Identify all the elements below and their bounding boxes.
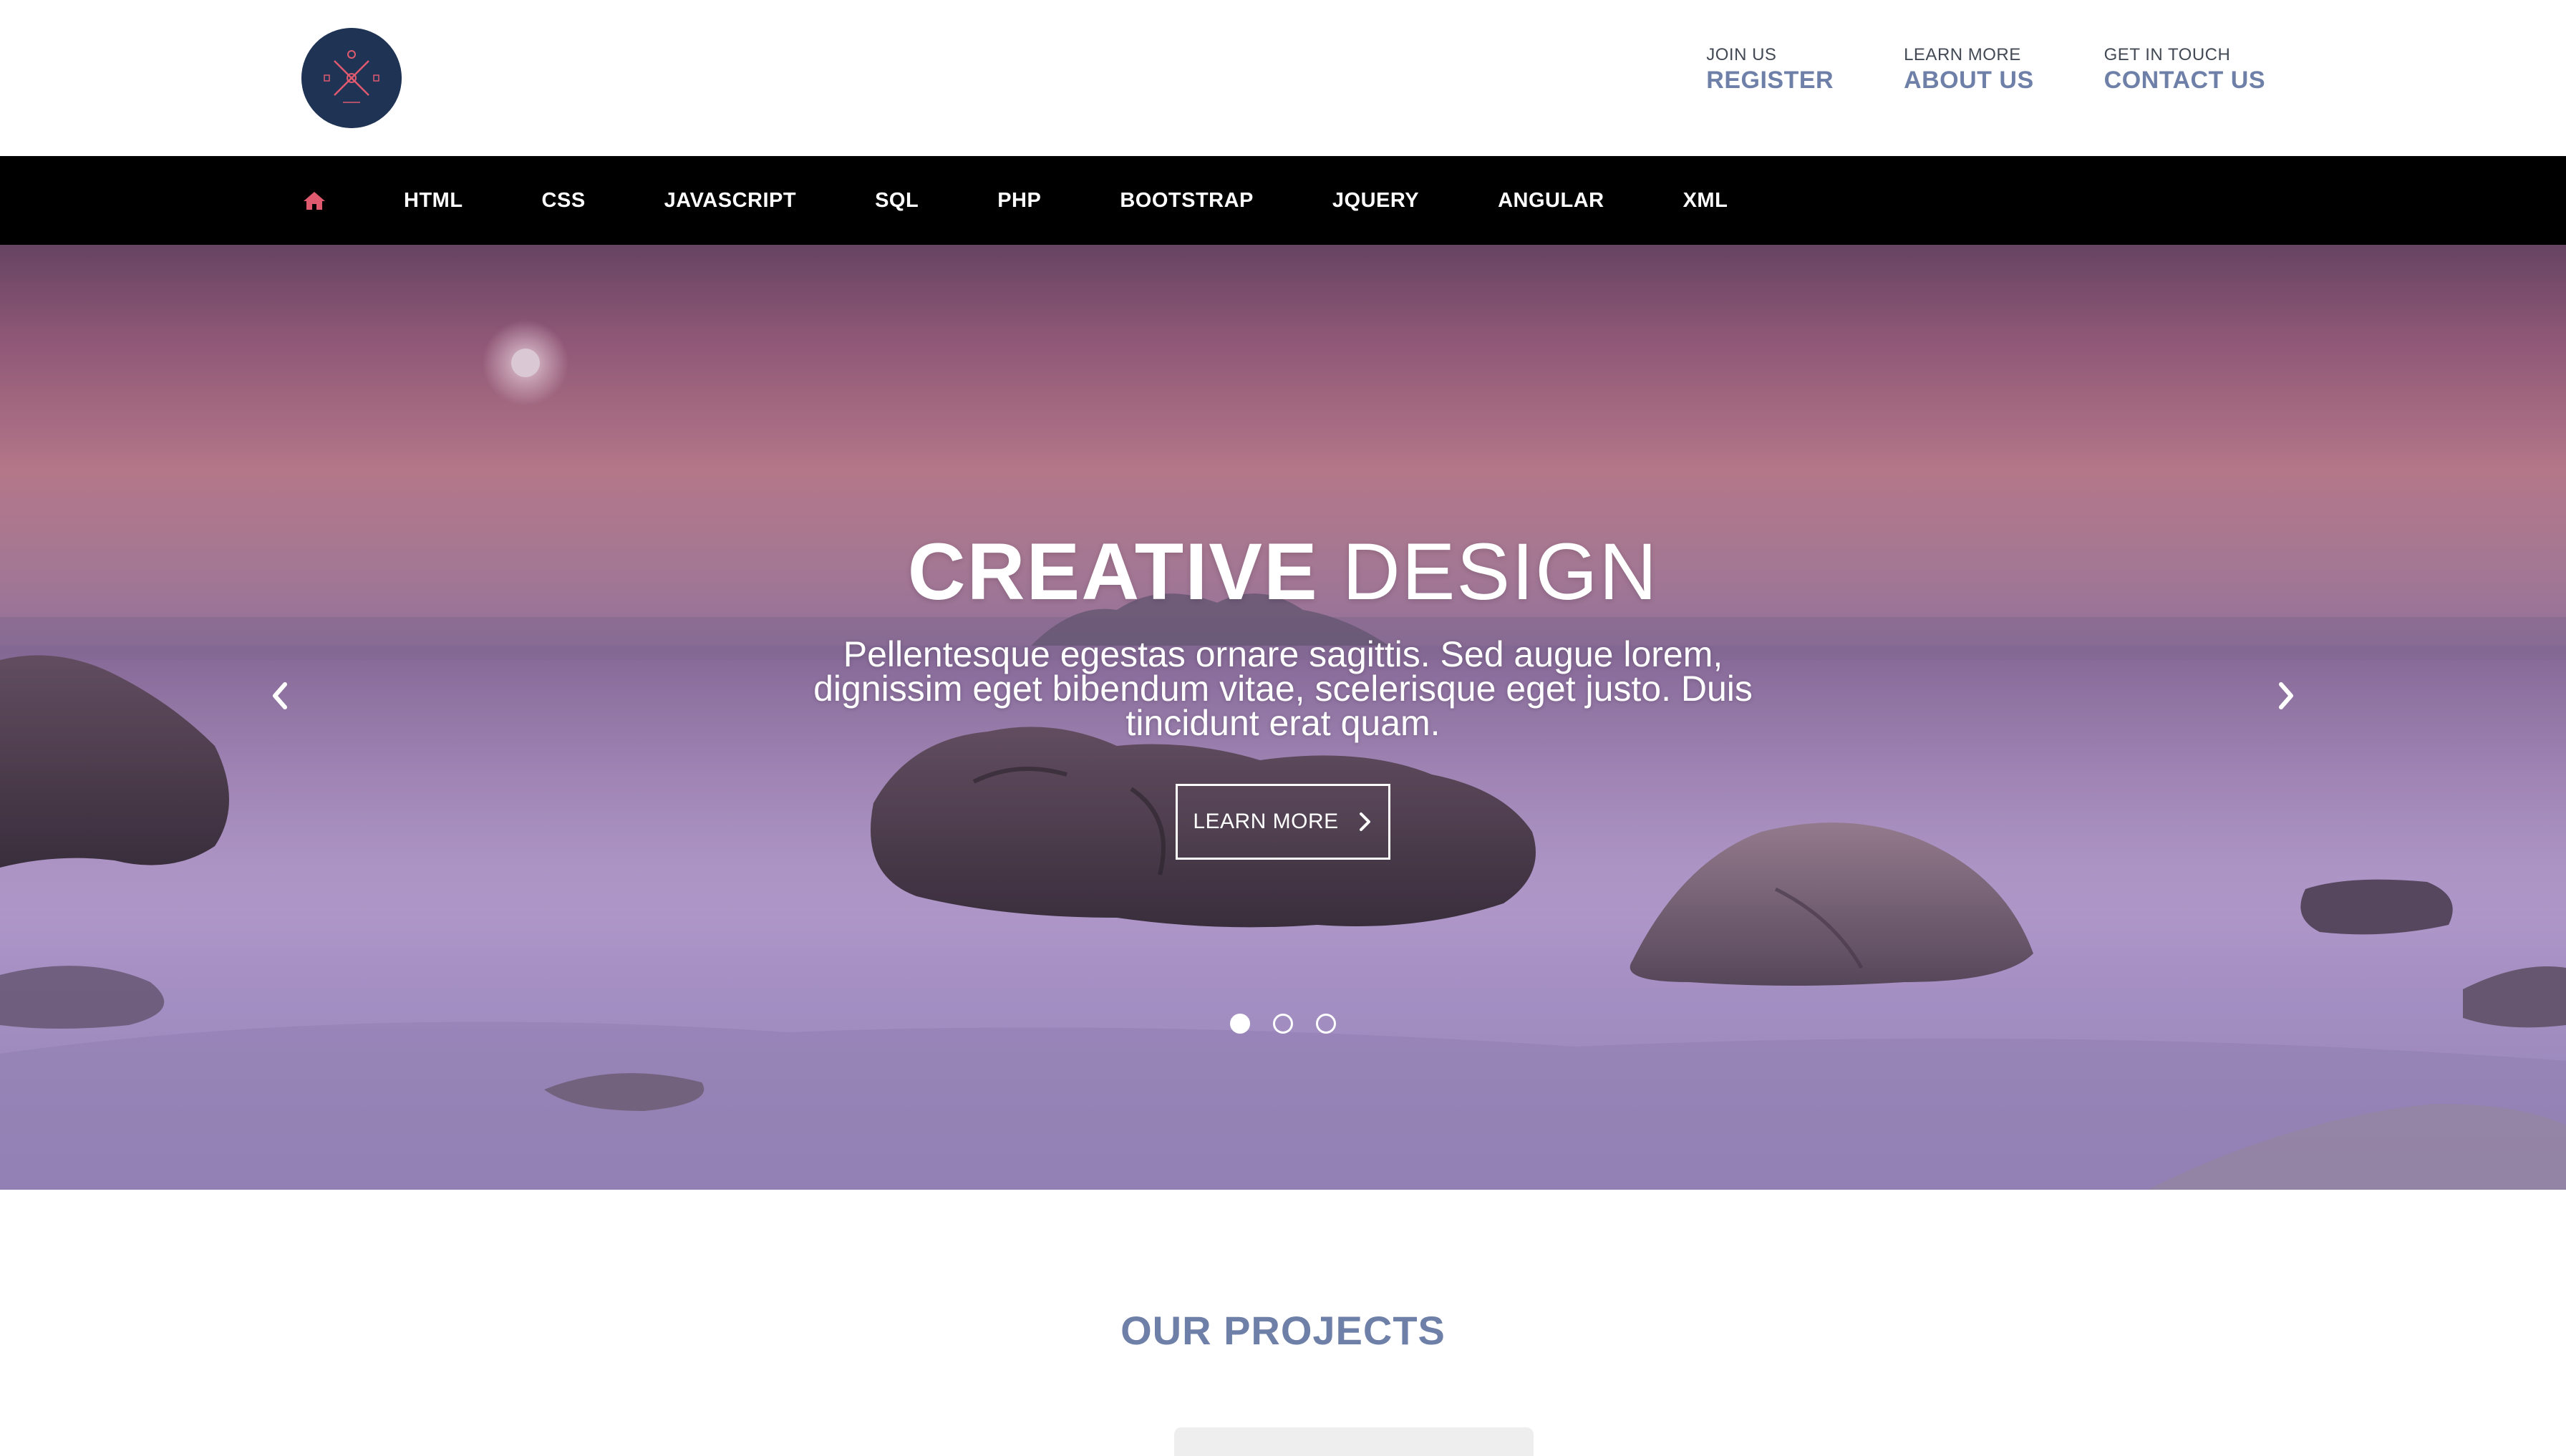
main-navbar: HTML CSS JAVASCRIPT SQL PHP BOOTSTRAP JQ… [0, 156, 2566, 245]
learn-more-button-label: LEARN MORE [1193, 810, 1339, 833]
contact-us-link-label[interactable]: CONTACT US [2104, 66, 2265, 94]
hero-title: CREATIVE DESIGN [0, 525, 2566, 618]
nav-item-javascript[interactable]: JAVASCRIPT [664, 189, 796, 213]
site-header: JOIN US REGISTER LEARN MORE ABOUT US GET… [0, 0, 2566, 156]
nav-item-jquery[interactable]: JQUERY [1332, 189, 1419, 213]
chevron-left-icon [273, 682, 287, 709]
nav-item-xml[interactable]: XML [1683, 189, 1728, 213]
hero-title-strong: CREATIVE [907, 527, 1319, 616]
slider-dot-3[interactable] [1316, 1014, 1336, 1034]
nav-item-php[interactable]: PHP [997, 189, 1041, 213]
chevron-right-icon [1359, 812, 1370, 831]
nav-menu: HTML CSS JAVASCRIPT SQL PHP BOOTSTRAP JQ… [404, 156, 1728, 245]
hero-title-light: DESIGN [1342, 527, 1659, 616]
register-link-caption: JOIN US [1706, 45, 1777, 64]
projects-section-title: OUR PROJECTS [1120, 1308, 1446, 1353]
nav-item-css[interactable]: CSS [542, 189, 586, 213]
home-icon[interactable] [301, 188, 327, 213]
project-card[interactable] [1174, 1427, 1534, 1456]
slider-prev-arrow[interactable] [266, 674, 295, 717]
register-link[interactable]: JOIN US REGISTER [1706, 44, 1834, 94]
slider-next-arrow[interactable] [2271, 674, 2300, 717]
about-us-link-label[interactable]: ABOUT US [1904, 66, 2034, 94]
nav-item-sql[interactable]: SQL [875, 189, 919, 213]
slider-dot-2[interactable] [1273, 1014, 1293, 1034]
contact-us-link-caption: GET IN TOUCH [2103, 45, 2231, 64]
slider-dots [1230, 1014, 1336, 1034]
nav-item-bootstrap[interactable]: BOOTSTRAP [1120, 189, 1254, 213]
hero-slider: CREATIVE DESIGN Pellentesque egestas orn… [0, 245, 2566, 1190]
hero-subtitle: Pellentesque egestas ornare sagittis. Se… [813, 634, 1753, 743]
about-us-link-caption: LEARN MORE [1904, 45, 2021, 64]
header-links: JOIN US REGISTER LEARN MORE ABOUT US GET… [1706, 44, 2265, 94]
contact-us-link[interactable]: GET IN TOUCH CONTACT US [2104, 44, 2265, 94]
about-us-link[interactable]: LEARN MORE ABOUT US [1904, 44, 2034, 94]
learn-more-button[interactable]: LEARN MORE [1176, 784, 1390, 860]
nav-item-angular[interactable]: ANGULAR [1498, 189, 1604, 213]
slider-dot-1[interactable] [1230, 1014, 1250, 1034]
nav-item-html[interactable]: HTML [404, 189, 463, 213]
chevron-right-icon [2279, 682, 2293, 709]
register-link-label[interactable]: REGISTER [1706, 66, 1834, 94]
logo-icon[interactable] [301, 28, 402, 128]
